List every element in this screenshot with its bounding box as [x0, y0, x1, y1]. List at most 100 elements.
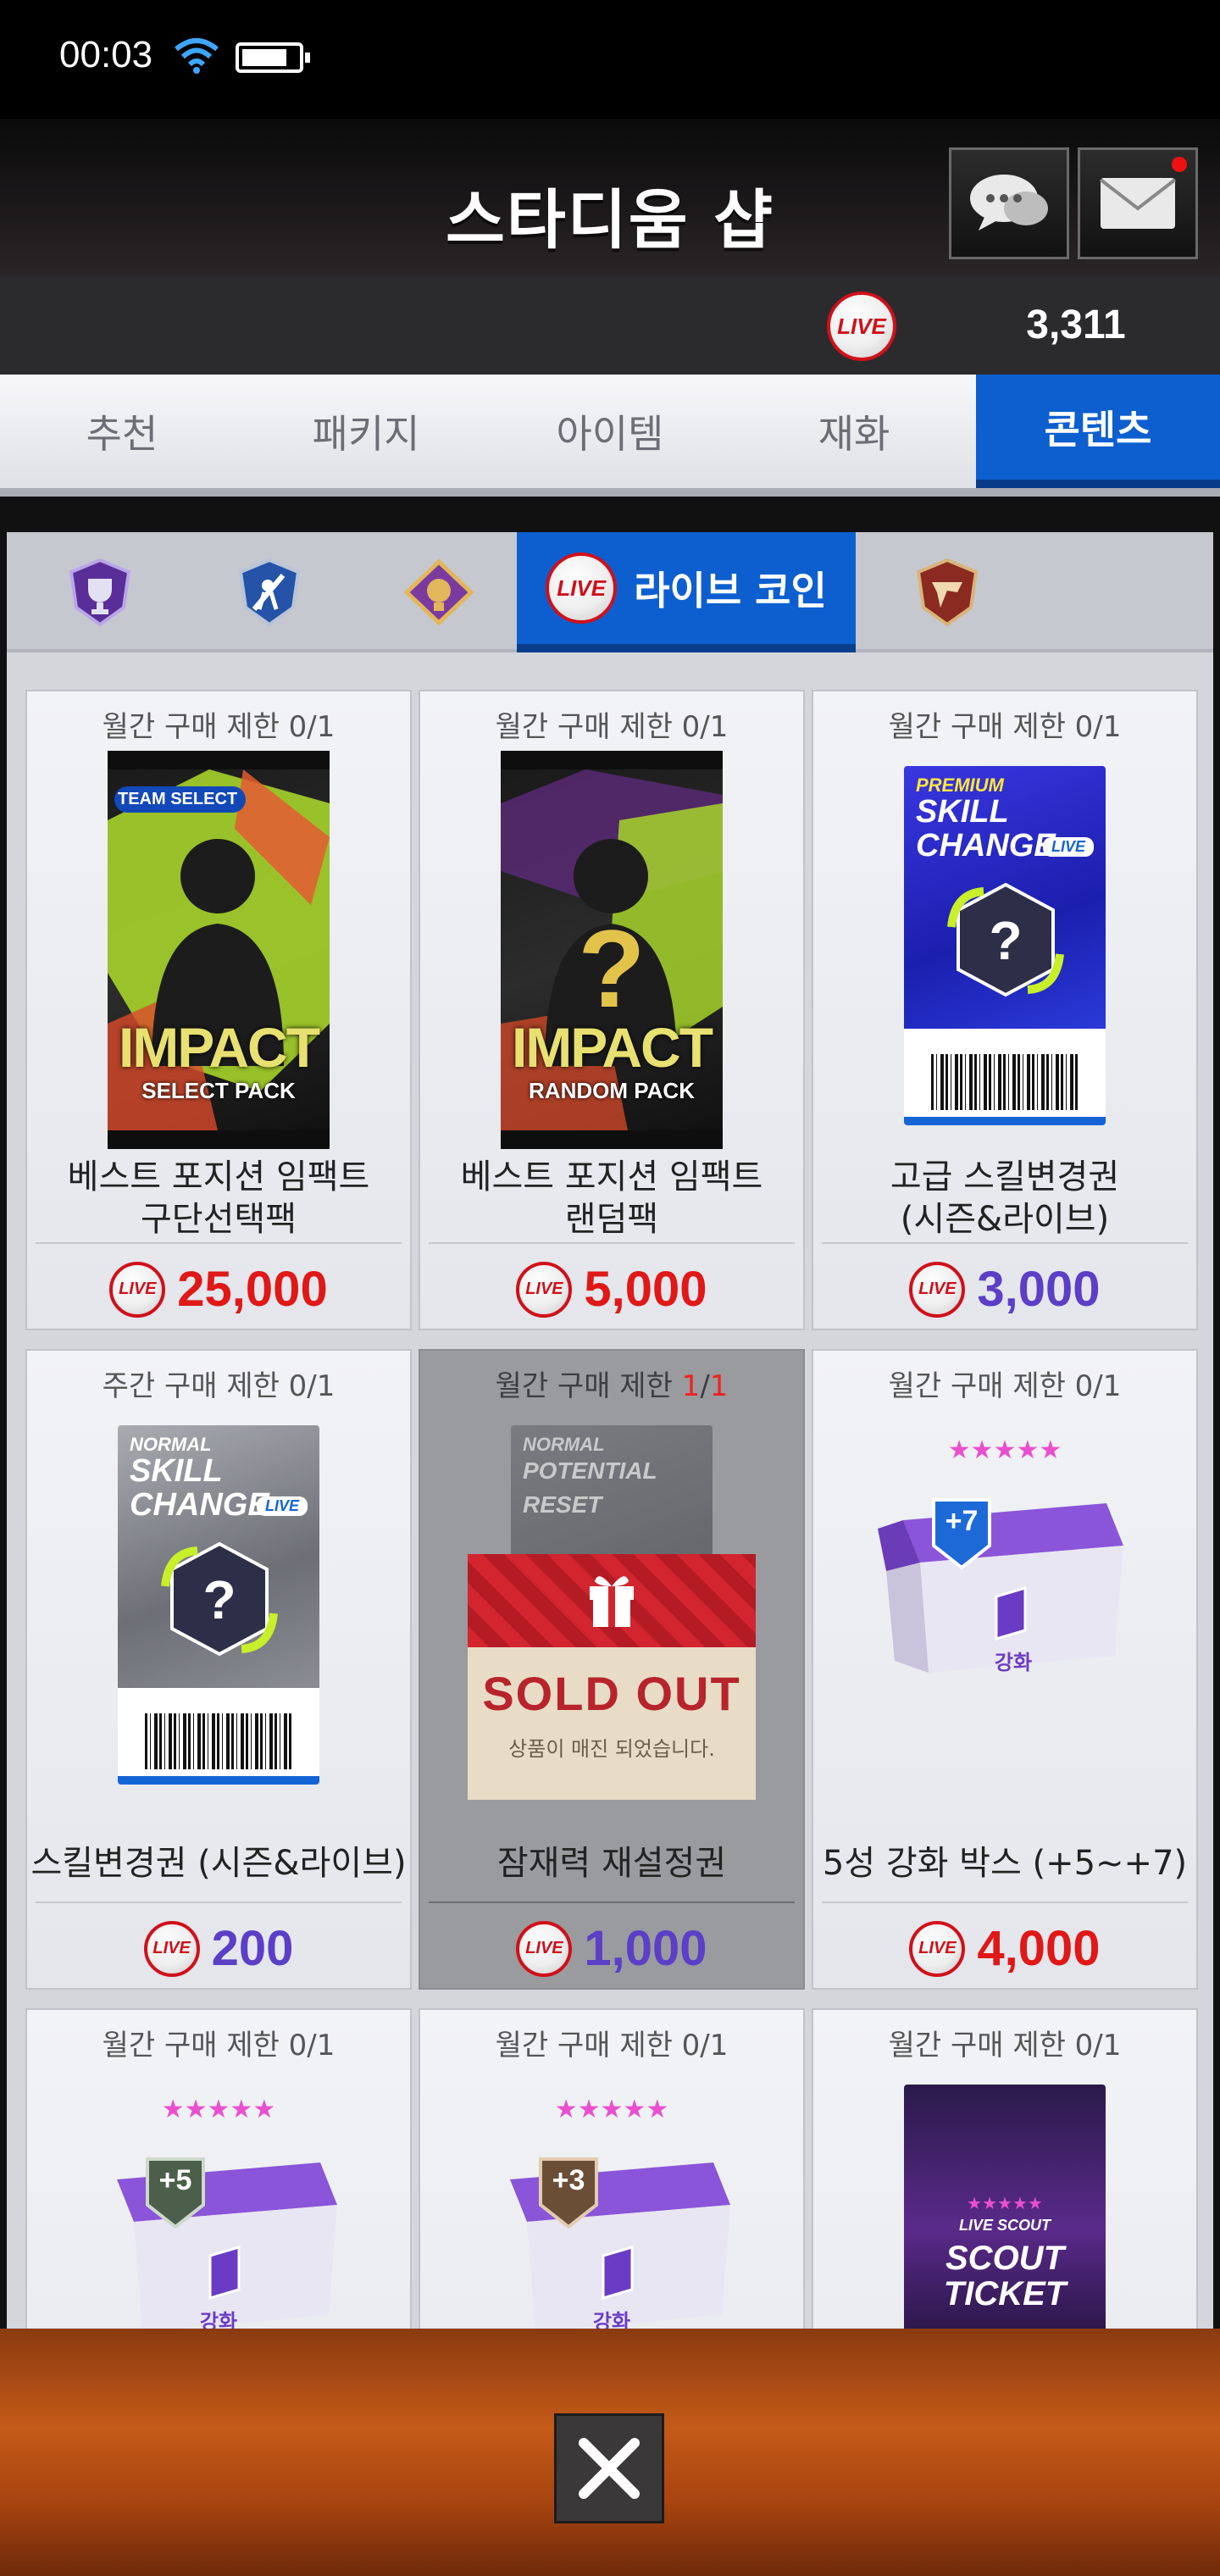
price: LIVE 1,000 — [420, 1920, 803, 1977]
ticket-title: SCOUT — [946, 2240, 1064, 2277]
wifi-icon — [175, 38, 219, 74]
shop-panel: LIVE 라이브 코인 월간 구매 제한 0/1 TEAM SELECT IMP… — [7, 532, 1213, 2329]
close-button[interactable] — [554, 2413, 664, 2523]
status-bar: 00:03 — [0, 0, 1220, 119]
ticket-live-badge: LIVE — [1042, 837, 1094, 857]
purchase-limit: 월간 구매 제한 0/1 — [102, 710, 336, 744]
question-mark: ? — [202, 1569, 236, 1630]
sub-tab-live-coin[interactable]: LIVE 라이브 코인 — [517, 532, 856, 652]
sub-tab-special[interactable] — [888, 532, 1006, 652]
pack-subtitle: SELECT PACK — [141, 1078, 296, 1103]
purchase-limit: 주간 구매 제한 0/1 — [102, 1369, 336, 1403]
purchase-limit: 월간 구매 제한 0/1 — [888, 710, 1122, 744]
product-card[interactable]: 주간 구매 제한 0/1 NORMAL SKILL CHANGE LIVE ? … — [25, 1349, 412, 1990]
star-rating: ★★★★★ — [554, 2095, 669, 2124]
chat-button[interactable] — [949, 147, 1069, 259]
chat-icon — [970, 175, 1048, 230]
divider — [822, 1901, 1188, 1903]
purchase-limit: 월간 구매 제한 1/1 — [420, 1363, 803, 1404]
product-name-line: 베스트 포지션 임팩트 — [460, 1158, 763, 1196]
product-card[interactable]: 월간 구매 제한 0/1 ? IMPACT RANDOM PACK 베스트 포지… — [419, 690, 805, 1330]
sold-out-message: 상품이 매진 되었습니다. — [508, 1737, 715, 1761]
product-card[interactable]: 월간 구매 제한 0/1 ★★★★★ +3 강화 — [419, 2008, 805, 2329]
purchase-limit-separator: / — [700, 1369, 710, 1403]
pack-title: IMPACT — [118, 1016, 320, 1079]
tab-content[interactable]: 콘텐츠 — [976, 375, 1220, 488]
purchase-limit-total: 1 — [709, 1369, 729, 1403]
divider — [429, 1901, 795, 1903]
pack-title: IMPACT — [511, 1016, 713, 1079]
box-label: 강화 — [994, 1651, 1033, 1674]
live-coin-icon: LIVE — [909, 1920, 966, 1977]
premium-skill-change-ticket-image: PREMIUM SKILL CHANGE LIVE ? — [904, 766, 1106, 1125]
ticket-title-word: SKILL — [130, 1453, 223, 1489]
ticket-tag: LIVE SCOUT — [958, 2217, 1051, 2234]
purchase-limit: 월간 구매 제한 0/1 — [495, 710, 729, 744]
ticket-title: POTENTIAL RESET — [523, 1457, 657, 1518]
product-card[interactable]: 월간 구매 제한 0/1 ★★★★★ LIVE SCOUT SCOUT TICK… — [812, 2008, 1198, 2329]
sold-out-sign: SOLD OUT 상품이 매진 되었습니다. — [468, 1554, 756, 1800]
product-card[interactable]: 월간 구매 제한 0/1 PREMIUM SKILL CHANGE LIVE ?… — [812, 690, 1198, 1330]
pack-tag: TEAM SELECT — [114, 786, 247, 813]
star-rating: ★★★★★ — [967, 2193, 1043, 2213]
product-name: 잠재력 재설정권 — [496, 1844, 727, 1883]
live-coin-icon: LIVE — [143, 1920, 200, 1977]
tab-currency[interactable]: 재화 — [732, 375, 976, 488]
product-card[interactable]: 월간 구매 제한 0/1 TEAM SELECT IMPACT SELECT P… — [25, 690, 412, 1330]
sub-tab-label: 라이브 코인 — [634, 568, 827, 613]
mail-button[interactable] — [1078, 147, 1198, 259]
price-value: 5,000 — [584, 1262, 707, 1317]
product-card-sold-out[interactable]: 월간 구매 제한 1/1 NORMAL POTENTIAL RESET SOLD… — [419, 1349, 805, 1990]
mail-icon — [1099, 178, 1177, 229]
gift-icon — [590, 1576, 634, 1627]
purchase-limit-prefix: 월간 구매 제한 — [495, 1369, 682, 1403]
live-coin-icon: LIVE — [909, 1261, 966, 1318]
enhance-box-image: ★★★★★ +5 강화 — [83, 2095, 354, 2329]
price: LIVE 25,000 — [27, 1261, 410, 1318]
price-value: 4,000 — [977, 1921, 1101, 1976]
trophy-emblem-icon — [69, 558, 131, 627]
box-label: 강화 — [199, 2310, 238, 2329]
product-card[interactable]: 월간 구매 제한 0/1 ★★★★★ +7 강화 5성 강화 박스 (+5~+7… — [812, 1349, 1198, 1990]
purchase-limit-count: 1 — [681, 1369, 701, 1403]
medal-emblem-icon — [403, 558, 474, 626]
live-coin-balance: 3,311 — [1026, 303, 1126, 347]
sub-tab-medal[interactable] — [380, 532, 498, 652]
ticket-title: TICKET — [943, 2275, 1067, 2312]
divider — [822, 1242, 1188, 1244]
purchase-limit: 월간 구매 제한 0/1 — [102, 2029, 336, 2062]
sold-out-label: SOLD OUT — [482, 1667, 741, 1720]
price: LIVE 4,000 — [813, 1920, 1196, 1977]
purchase-limit: 월간 구매 제한 0/1 — [888, 1369, 1122, 1403]
live-coin-icon: LIVE — [827, 291, 896, 361]
badge: +7 — [929, 1495, 995, 1571]
currency-bar: LIVE 3,311 — [0, 276, 1220, 375]
sub-tab-trophy[interactable] — [41, 532, 159, 652]
ticket-title-word: CHANGE — [916, 828, 1056, 863]
impact-random-pack-image: ? IMPACT RANDOM PACK — [501, 751, 723, 1149]
live-coin-icon: LIVE — [516, 1920, 573, 1977]
badge: +3 — [535, 2154, 602, 2230]
badge-text: +7 — [945, 1505, 979, 1537]
tab-item[interactable]: 아이템 — [488, 375, 732, 488]
price: LIVE 5,000 — [420, 1261, 803, 1318]
sub-tab-batter[interactable] — [210, 532, 329, 652]
skill-change-ticket-image: NORMAL SKILL CHANGE LIVE ? — [118, 1425, 319, 1785]
star-rating: ★★★★★ — [947, 1435, 1062, 1465]
enhance-box-image: ★★★★★ +7 강화 — [869, 1435, 1140, 1690]
ticket-tier: NORMAL — [523, 1434, 605, 1455]
box-label: 강화 — [592, 2310, 631, 2329]
divider — [36, 1901, 402, 1903]
scout-ticket-image: ★★★★★ LIVE SCOUT SCOUT TICKET — [904, 2085, 1106, 2329]
price-value: 200 — [211, 1921, 294, 1976]
product-card[interactable]: 월간 구매 제한 0/1 ★★★★★ +5 강화 — [25, 2008, 412, 2329]
live-coin-icon: LIVE — [546, 552, 618, 624]
tab-package[interactable]: 패키지 — [244, 375, 488, 488]
tab-recommended[interactable]: 추천 — [0, 375, 244, 488]
question-mark: ? — [578, 907, 646, 1030]
product-name: 고급 스킬변경권 (시즌&라이브) — [813, 1156, 1196, 1241]
live-coin-icon: LIVE — [109, 1261, 166, 1318]
divider — [429, 1242, 795, 1244]
product-name: 5성 강화 박스 (+5~+7) — [822, 1844, 1188, 1883]
product-name: 스킬변경권 (시즌&라이브) — [30, 1844, 407, 1883]
